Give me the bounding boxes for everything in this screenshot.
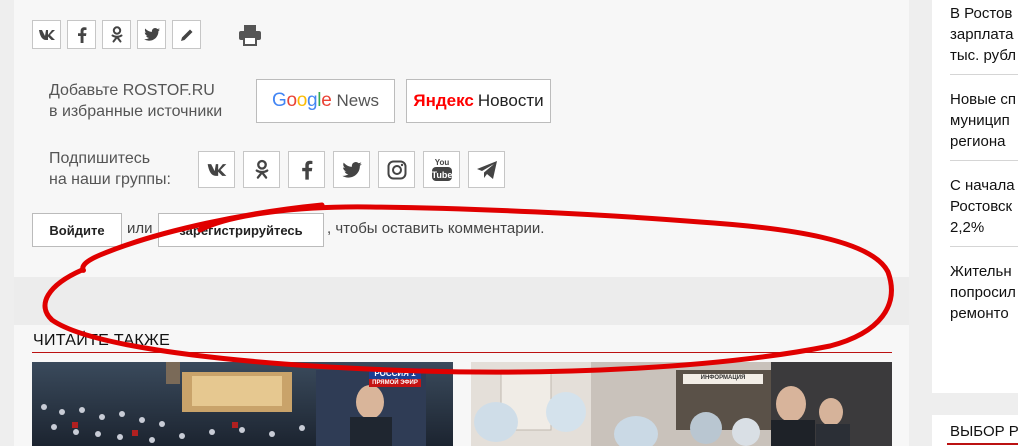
groups-label-line2: на наши группы:: [49, 171, 171, 188]
sidebar-news-line: попросил: [950, 284, 1016, 301]
article-photo-press-conference[interactable]: РОССИЯ 1 ПРЯМОЙ ЭФИР: [32, 362, 453, 446]
sidebar-news-line: В Ростов: [950, 5, 1013, 22]
social-groups-bar: You Tube: [198, 151, 505, 188]
sidebar-section-title: ВЫБОР Р: [950, 423, 1018, 440]
printer-icon[interactable]: [237, 22, 263, 48]
vk-share-icon[interactable]: [32, 20, 61, 49]
sidebar-news-line: зарплата: [950, 26, 1014, 43]
instagram-icon[interactable]: [378, 151, 415, 188]
sidebar-news-item-2[interactable]: Новые сп муницип региона: [950, 89, 1016, 152]
share-bar: [32, 20, 263, 49]
sidebar-news-line: 2,2%: [950, 219, 985, 236]
channel-logo-text: РОССИЯ 1: [369, 368, 421, 379]
telegram-icon[interactable]: [468, 151, 505, 188]
sidebar-divider: [950, 74, 1018, 75]
sidebar-news-line: Новые сп: [950, 91, 1017, 108]
sidebar-news-line: муницип: [950, 112, 1010, 129]
google-logo: Google: [271, 90, 332, 111]
youtube-icon[interactable]: You Tube: [423, 151, 460, 188]
google-news-button[interactable]: Google News: [256, 79, 395, 123]
groups-label: Подпишитесь на наши группы:: [49, 148, 171, 190]
sidebar-news-line: Жительн: [950, 263, 1012, 280]
svg-text:Tube: Tube: [431, 170, 452, 180]
live-broadcast-badge: РОССИЯ 1 ПРЯМОЙ ЭФИР: [369, 368, 421, 387]
or-text: или: [127, 220, 153, 237]
news-sources-label: Добавьте ROSTOF.RU в избранные источники: [49, 80, 222, 122]
comment-hint-text: , чтобы оставить комментарии.: [327, 220, 545, 237]
news-sources-label-line2: в избранные источники: [49, 103, 223, 120]
article-photo-officials-visit[interactable]: ИНФОРМАЦИЯ: [471, 362, 892, 446]
sidebar-news-line: региона: [950, 133, 1006, 150]
sidebar-news-line: тыс. рубл: [950, 47, 1016, 64]
section-divider-band: [14, 277, 909, 325]
info-board-sign: ИНФОРМАЦИЯ: [700, 375, 746, 381]
see-also-title: ЧИТАЙТЕ ТАКЖЕ: [33, 332, 171, 349]
sidebar-news-item-4[interactable]: Жительн попросил ремонто: [950, 261, 1016, 324]
sidebar-divider: [950, 246, 1018, 247]
facebook-icon[interactable]: [288, 151, 325, 188]
livejournal-share-icon[interactable]: [172, 20, 201, 49]
sidebar-news-item-3[interactable]: С начала Ростовск 2,2%: [950, 175, 1015, 238]
live-label: ПРЯМОЙ ЭФИР: [369, 379, 421, 387]
yandex-news-label: Новости: [477, 91, 544, 110]
odnoklassniki-icon[interactable]: [243, 151, 280, 188]
sidebar-news-line: Ростовск: [950, 198, 1013, 215]
sidebar-divider: [950, 160, 1018, 161]
svg-text:You: You: [434, 158, 449, 167]
yandex-logo: Яндекс: [413, 91, 474, 110]
google-news-label: News: [336, 91, 380, 110]
twitter-share-icon[interactable]: [137, 20, 166, 49]
sidebar-news-line: С начала: [950, 177, 1015, 194]
yandex-news-button[interactable]: Яндекс Новости: [406, 79, 551, 123]
vk-icon[interactable]: [198, 151, 235, 188]
groups-label-line1: Подпишитесь: [49, 150, 151, 167]
sidebar-section-underline: [947, 443, 1018, 445]
sidebar-news-line: ремонто: [950, 305, 1009, 322]
twitter-icon[interactable]: [333, 151, 370, 188]
register-button[interactable]: зарегистрируйтесь: [158, 213, 324, 247]
odnoklassniki-share-icon[interactable]: [102, 20, 131, 49]
sidebar-news-item-1[interactable]: В Ростов зарплата тыс. рубл: [950, 3, 1016, 66]
news-sources-label-line1: Добавьте ROSTOF.RU: [49, 82, 215, 99]
facebook-share-icon[interactable]: [67, 20, 96, 49]
see-also-divider: [32, 352, 892, 353]
login-button[interactable]: Войдите: [32, 213, 122, 247]
